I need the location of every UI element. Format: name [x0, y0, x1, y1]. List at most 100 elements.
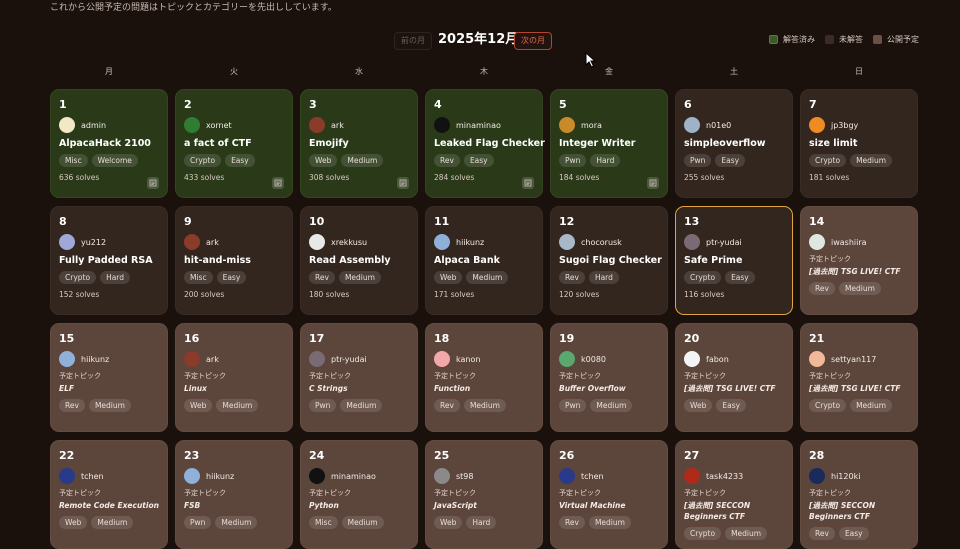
avatar [184, 117, 200, 133]
document-icon[interactable] [397, 177, 409, 189]
day-cell-8[interactable]: 8 yu212 Fully Padded RSA Crypto Hard 152 solv… [50, 206, 168, 315]
day-cell-27[interactable]: 27 task4233 予定トピック [過去問] SECCON Beginners C… [675, 440, 793, 549]
weekday-label: 金 [605, 67, 613, 76]
day-cell-14[interactable]: 14 iwashiira 予定トピック [過去問] TSG LIVE! CTF Rev M… [800, 206, 918, 315]
author-row: hiikunz [184, 468, 284, 484]
day-cell-15[interactable]: 15 hiikunz 予定トピック ELF Rev Medium [50, 323, 168, 432]
document-icon[interactable] [147, 177, 159, 189]
scheduled-topic: Function [434, 384, 471, 393]
day-cell-11[interactable]: 11 hiikunz Alpaca Bank Web Medium 171 solves [425, 206, 543, 315]
weekday-header-row: 月 火 水 木 金 土 日 [50, 66, 916, 77]
day-number: 19 [559, 332, 575, 345]
author-name: hiikunz [81, 354, 110, 364]
day-number: 3 [309, 98, 317, 111]
tag: Easy [838, 527, 869, 540]
day-cell-4[interactable]: 4 minaminao Leaked Flag Checker Rev Easy 284 … [425, 89, 545, 198]
avatar [59, 234, 75, 250]
author-name: hiikunz [206, 471, 235, 481]
day-cell-18[interactable]: 18 kanon 予定トピック Function Rev Medium [425, 323, 543, 432]
challenge-title: Emojify [309, 138, 349, 149]
tag: Web [434, 271, 463, 284]
avatar [684, 351, 700, 367]
scheduled-topic: Virtual Machine [559, 501, 626, 510]
tag: Medium [341, 154, 384, 167]
day-cell-17[interactable]: 17 ptr-yudai 予定トピック C Strings Pwn Medium [300, 323, 418, 432]
day-cell-23[interactable]: 23 hiikunz 予定トピック FSB Pwn Medium [175, 440, 293, 549]
author-name: ark [206, 354, 219, 364]
tag-list: Rev Medium [809, 282, 909, 295]
solve-count: 636 solves [59, 173, 100, 182]
day-number: 1 [59, 98, 67, 111]
tag-list: Web Medium [59, 516, 159, 529]
scheduled-topic: ELF [59, 384, 75, 393]
next-month-button[interactable]: 次の月 [514, 32, 552, 50]
tag: Medium [850, 399, 893, 412]
document-icon[interactable] [647, 177, 659, 189]
tag: Easy [225, 154, 255, 167]
avatar [434, 351, 450, 367]
tag: Easy [715, 154, 746, 167]
day-cell-20[interactable]: 20 fabon 予定トピック [過去問] TSG LIVE! CTF Web Easy [675, 323, 793, 432]
author-row: chocorusk [559, 234, 659, 250]
scheduled-topic-label: 予定トピック [309, 489, 351, 497]
day-cell-26[interactable]: 26 tchen 予定トピック Virtual Machine Rev Medium [550, 440, 668, 549]
day-cell-5[interactable]: 5 mora Integer Writer Pwn Hard 184 solves [550, 89, 668, 198]
day-cell-9[interactable]: 9 ark hit-and-miss Misc Easy 200 solves [175, 206, 293, 315]
legend-scheduled: 公開予定 [873, 34, 919, 45]
author-row: minaminao [434, 117, 534, 133]
day-cell-10[interactable]: 10 xrekkusu Read Assembly Rev Medium 180 solv… [300, 206, 418, 315]
day-cell-3[interactable]: 3 ark Emojify Web Medium 308 solves [300, 89, 418, 198]
author-row: admin [59, 117, 159, 133]
solve-count: 120 solves [559, 290, 600, 299]
tag-list: Crypto Hard [59, 271, 159, 284]
author-row: xrekkusu [309, 234, 409, 250]
scheduled-topic-label: 予定トピック [184, 489, 226, 497]
challenge-title: a fact of CTF [184, 138, 252, 149]
day-cell-7[interactable]: 7 jp3bgy size limit Crypto Medium 181 solves [800, 89, 918, 198]
author-row: minaminao [309, 468, 409, 484]
author-row: ptr-yudai [684, 234, 784, 250]
day-cell-25[interactable]: 25 st98 予定トピック JavaScript Web Hard [425, 440, 543, 549]
document-icon[interactable] [522, 177, 534, 189]
day-cell-12[interactable]: 12 chocorusk Sugoi Flag Checker Rev Hard 120 … [550, 206, 668, 315]
author-row: yu212 [59, 234, 159, 250]
author-name: k0080 [581, 354, 606, 364]
avatar [59, 468, 75, 484]
tag: Medium [725, 527, 768, 540]
day-cell-1[interactable]: 1 admin AlpacaHack 2100 Misc Welcome 636 solv… [50, 89, 168, 198]
day-number: 16 [184, 332, 200, 345]
scheduled-topic-label: 予定トピック [559, 372, 601, 380]
day-number: 21 [809, 332, 825, 345]
tag-list: Pwn Easy [684, 154, 784, 167]
day-cell-2[interactable]: 2 xornet a fact of CTF Crypto Easy 433 solves [175, 89, 293, 198]
author-row: tchen [59, 468, 159, 484]
author-row: hi120ki [809, 468, 909, 484]
avatar [59, 351, 75, 367]
day-cell-24[interactable]: 24 minaminao 予定トピック Python Misc Medium [300, 440, 418, 549]
day-number: 14 [809, 215, 825, 228]
day-cell-19[interactable]: 19 k0080 予定トピック Buffer Overflow Pwn Medium [550, 323, 668, 432]
document-icon[interactable] [272, 177, 284, 189]
challenge-title: simpleoverflow [684, 138, 766, 149]
solve-count: 181 solves [809, 173, 850, 182]
day-cell-6[interactable]: 6 n01e0 simpleoverflow Pwn Easy 255 solves [675, 89, 793, 198]
day-cell-16[interactable]: 16 ark 予定トピック Linux Web Medium [175, 323, 293, 432]
day-cell-28[interactable]: 28 hi120ki 予定トピック [過去問] SECCON Beginners CT… [800, 440, 918, 549]
tag-list: Crypto Easy [184, 154, 284, 167]
day-cell-21[interactable]: 21 settyan117 予定トピック [過去問] TSG LIVE! CTF Cry… [800, 323, 918, 432]
tag-list: Rev Medium [309, 271, 409, 284]
tag: Easy [463, 154, 494, 167]
day-number: 23 [184, 449, 200, 462]
tag-list: Pwn Medium [559, 399, 659, 412]
avatar [309, 468, 325, 484]
author-name: fabon [706, 354, 729, 364]
day-number: 6 [684, 98, 692, 111]
tag: Medium [88, 399, 131, 412]
author-name: hi120ki [831, 471, 861, 481]
avatar [184, 351, 200, 367]
tag-list: Misc Medium [309, 516, 409, 529]
day-cell-13[interactable]: 13 ptr-yudai Safe Prime Crypto Easy 116 solve… [675, 206, 793, 315]
weekday-label: 月 [105, 67, 113, 76]
day-cell-22[interactable]: 22 tchen 予定トピック Remote Code Execution Web Med… [50, 440, 168, 549]
prev-month-button[interactable]: 前の月 [394, 32, 432, 50]
